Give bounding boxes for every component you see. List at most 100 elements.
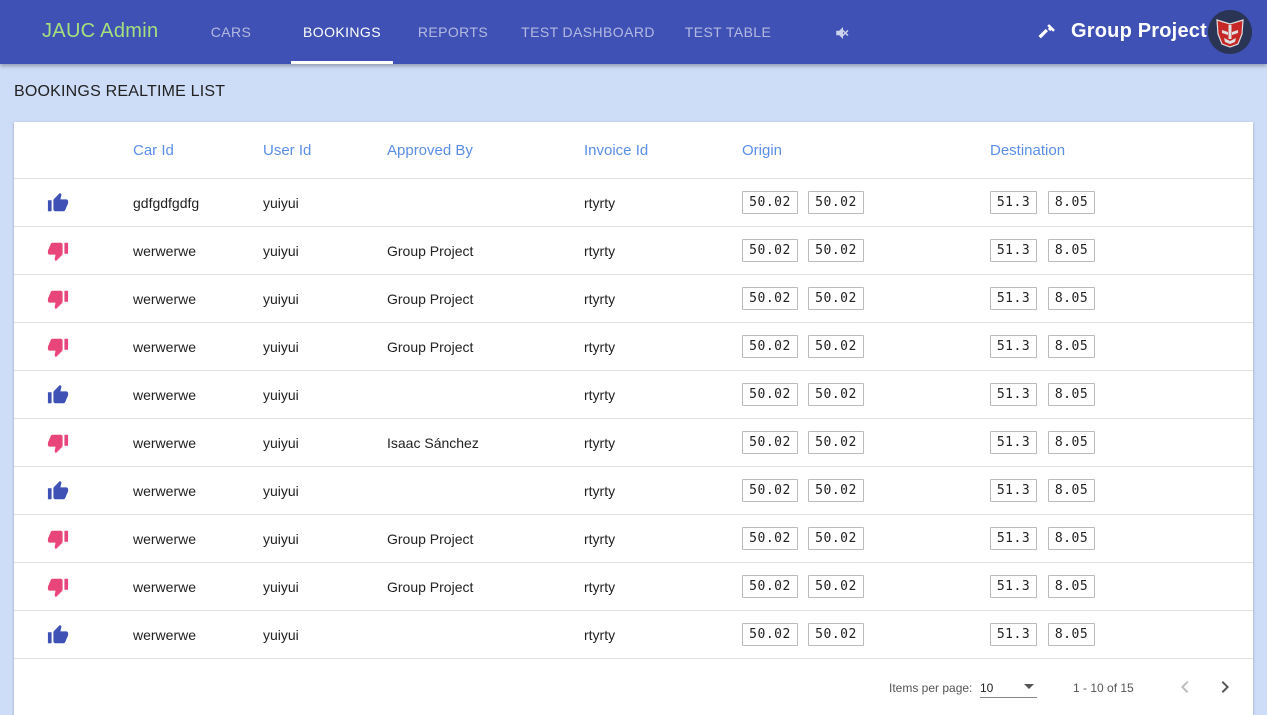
origin-lat-chip: 50.02 (742, 239, 798, 262)
origin-lng-chip: 50.02 (808, 335, 864, 358)
destination-lat-chip: 51.3 (990, 623, 1037, 646)
items-per-page-label: Items per page: (889, 681, 973, 695)
invoice-id-cell: rtyrty (584, 291, 616, 307)
tab-reports[interactable]: REPORTS (413, 0, 493, 64)
approved-by-cell: Group Project (387, 531, 474, 547)
origin-lat-chip: 50.02 (742, 479, 798, 502)
invoice-id-cell: rtyrty (584, 243, 616, 259)
car-id-cell: werwerwe (133, 435, 197, 451)
user-id-cell: yuiyui (263, 387, 299, 403)
destination-lat-chip: 51.3 (990, 239, 1037, 262)
page-size-select[interactable]: 10 (980, 674, 1037, 698)
thumb-up-icon[interactable] (46, 624, 70, 646)
destination-lng-chip: 8.05 (1048, 239, 1095, 262)
tab-cars[interactable]: CARS (191, 0, 271, 64)
approved-by-cell: Group Project (387, 339, 474, 355)
invoice-id-cell: rtyrty (584, 435, 616, 451)
thumb-up-icon[interactable] (46, 384, 70, 406)
user-id-cell: yuiyui (263, 243, 299, 259)
table-row[interactable]: werwerwe yuiyui Isaac Sánchez rtyrty 50.02 50… (14, 419, 1253, 467)
origin-lng-chip: 50.02 (808, 623, 864, 646)
tab-test-dashboard[interactable]: TEST DASHBOARD (513, 0, 663, 64)
table-row[interactable]: werwerwe yuiyui rtyrty 50.02 50.02 51.3 8.05 (14, 371, 1253, 419)
invoice-id-cell: rtyrty (584, 195, 616, 211)
destination-lng-chip: 8.05 (1048, 527, 1095, 550)
origin-lng-chip: 50.02 (808, 479, 864, 502)
app-brand[interactable]: JAUC Admin (42, 20, 158, 43)
origin-lat-chip: 50.02 (742, 191, 798, 214)
destination-lat-chip: 51.3 (990, 479, 1037, 502)
thumb-up-icon[interactable] (46, 192, 70, 214)
user-id-cell: yuiyui (263, 579, 299, 595)
thumb-down-icon[interactable] (46, 576, 70, 598)
thumb-down-icon[interactable] (46, 240, 70, 262)
column-header-approved-by[interactable]: Approved By (387, 142, 473, 159)
column-header-invoice-id[interactable]: Invoice Id (584, 142, 648, 159)
volume-off-icon[interactable] (834, 24, 852, 42)
thumb-down-icon[interactable] (46, 528, 70, 550)
user-id-cell: yuiyui (263, 627, 299, 643)
previous-page-button[interactable] (1173, 675, 1197, 699)
origin-lat-chip: 50.02 (742, 623, 798, 646)
table-row[interactable]: werwerwe yuiyui Group Project rtyrty 50.02 50… (14, 515, 1253, 563)
car-id-cell: werwerwe (133, 339, 197, 355)
destination-lng-chip: 8.05 (1048, 575, 1095, 598)
table-row[interactable]: werwerwe yuiyui rtyrty 50.02 50.02 51.3 8.05 (14, 611, 1253, 659)
approved-by-cell: Isaac Sánchez (387, 435, 479, 451)
approved-by-cell: Group Project (387, 243, 474, 259)
destination-lng-chip: 8.05 (1048, 191, 1095, 214)
thumb-down-icon[interactable] (46, 288, 70, 310)
origin-lng-chip: 50.02 (808, 527, 864, 550)
car-id-cell: werwerwe (133, 531, 197, 547)
table-row[interactable]: gdfgdfgdfg yuiyui rtyrty 50.02 50.02 51.3 8.05 (14, 179, 1253, 227)
column-header-origin[interactable]: Origin (742, 142, 782, 159)
thumb-down-icon[interactable] (46, 432, 70, 454)
car-id-cell: werwerwe (133, 483, 197, 499)
destination-lng-chip: 8.05 (1048, 623, 1095, 646)
invoice-id-cell: rtyrty (584, 339, 616, 355)
tab-test-table[interactable]: TEST TABLE (683, 0, 773, 64)
tab-bookings[interactable]: BOOKINGS (291, 0, 393, 64)
chevron-down-icon (1024, 684, 1034, 689)
approved-by-cell: Group Project (387, 579, 474, 595)
hammer-icon[interactable] (1037, 22, 1057, 42)
next-page-button[interactable] (1213, 675, 1237, 699)
origin-lng-chip: 50.02 (808, 575, 864, 598)
table-row[interactable]: werwerwe yuiyui Group Project rtyrty 50.02 50… (14, 323, 1253, 371)
page-title: BOOKINGS REALTIME LIST (14, 83, 226, 100)
column-header-user-id[interactable]: User Id (263, 142, 311, 159)
column-header-destination[interactable]: Destination (990, 142, 1065, 159)
destination-lng-chip: 8.05 (1048, 431, 1095, 454)
invoice-id-cell: rtyrty (584, 387, 616, 403)
destination-lng-chip: 8.05 (1048, 479, 1095, 502)
approved-by-cell: Group Project (387, 291, 474, 307)
destination-lat-chip: 51.3 (990, 575, 1037, 598)
table-row[interactable]: werwerwe yuiyui rtyrty 50.02 50.02 51.3 8.05 (14, 467, 1253, 515)
car-id-cell: werwerwe (133, 627, 197, 643)
thumb-up-icon[interactable] (46, 480, 70, 502)
user-name[interactable]: Group Project (1071, 20, 1207, 43)
table-row[interactable]: werwerwe yuiyui Group Project rtyrty 50.02 50… (14, 227, 1253, 275)
origin-lng-chip: 50.02 (808, 239, 864, 262)
origin-lat-chip: 50.02 (742, 287, 798, 310)
user-id-cell: yuiyui (263, 195, 299, 211)
bookings-table-card: Car Id User Id Approved By Invoice Id Or… (14, 122, 1253, 715)
thumb-down-icon[interactable] (46, 336, 70, 358)
user-id-cell: yuiyui (263, 531, 299, 547)
destination-lat-chip: 51.3 (990, 383, 1037, 406)
table-header: Car Id User Id Approved By Invoice Id Or… (14, 122, 1253, 179)
table-row[interactable]: werwerwe yuiyui Group Project rtyrty 50.02 50… (14, 275, 1253, 323)
car-id-cell: werwerwe (133, 579, 197, 595)
autobot-avatar[interactable] (1208, 10, 1252, 54)
invoice-id-cell: rtyrty (584, 579, 616, 595)
destination-lng-chip: 8.05 (1048, 383, 1095, 406)
column-header-car-id[interactable]: Car Id (133, 142, 174, 159)
car-id-cell: werwerwe (133, 387, 197, 403)
destination-lng-chip: 8.05 (1048, 287, 1095, 310)
user-id-cell: yuiyui (263, 483, 299, 499)
destination-lat-chip: 51.3 (990, 191, 1037, 214)
destination-lat-chip: 51.3 (990, 431, 1037, 454)
table-row[interactable]: werwerwe yuiyui Group Project rtyrty 50.02 50… (14, 563, 1253, 611)
origin-lng-chip: 50.02 (808, 287, 864, 310)
invoice-id-cell: rtyrty (584, 483, 616, 499)
